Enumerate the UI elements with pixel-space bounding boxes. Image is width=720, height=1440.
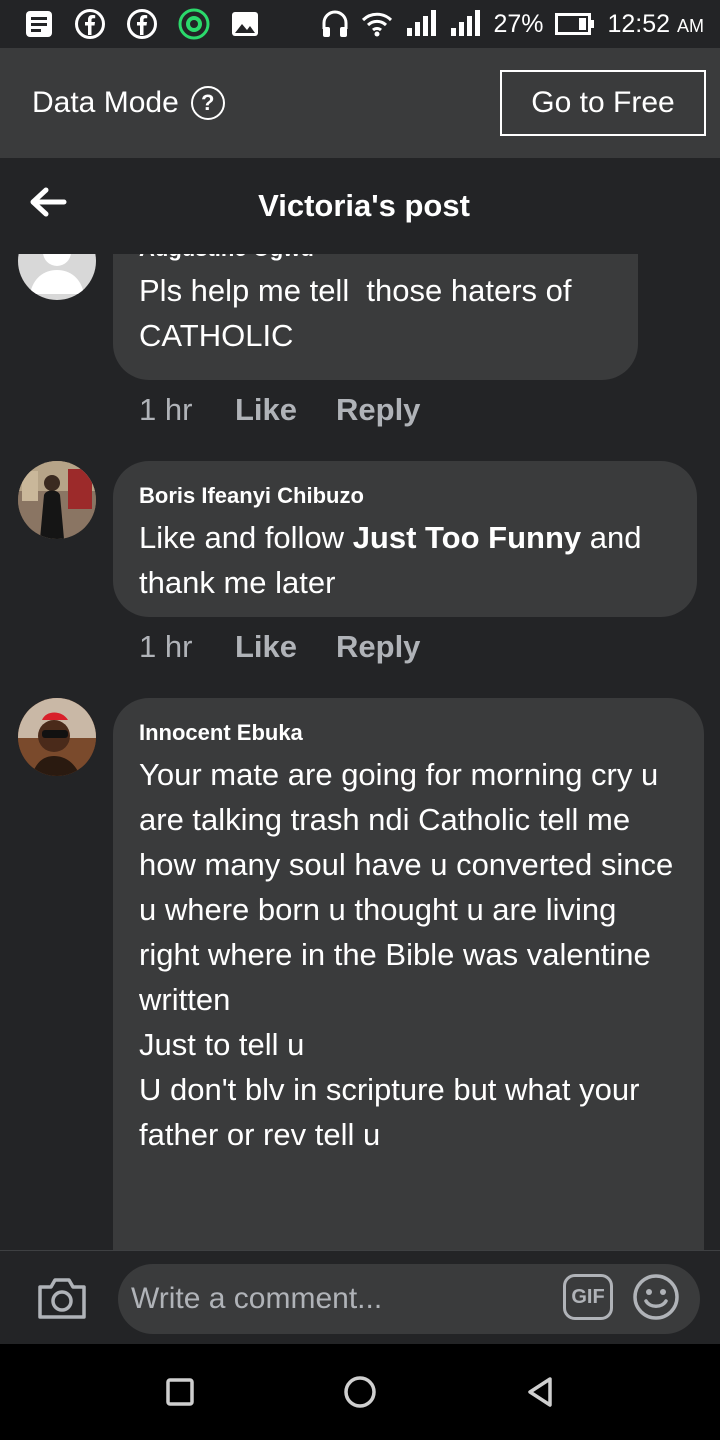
- gif-button[interactable]: GIF: [563, 1274, 613, 1320]
- data-mode-bar: Data Mode ? Go to Free: [0, 48, 720, 158]
- clock: 12:52 AM: [607, 10, 704, 39]
- clock-suffix: AM: [677, 15, 704, 36]
- status-system-info: 27% 12:52 AM: [321, 9, 704, 39]
- avatar[interactable]: [18, 461, 96, 539]
- avatar[interactable]: [18, 254, 96, 300]
- comment-text-part: Like and follow: [139, 520, 353, 555]
- data-mode-label-group: Data Mode ?: [32, 86, 225, 120]
- like-button[interactable]: Like: [235, 392, 336, 428]
- comments-feed[interactable]: Augustine Ogwu Pls help me tell those ha…: [0, 254, 720, 1250]
- system-nav-bar: [0, 1344, 720, 1440]
- signal-icon: [449, 10, 481, 38]
- wifi-icon: [361, 10, 393, 38]
- comment-author[interactable]: Augustine Ogwu: [139, 254, 612, 262]
- comment-text: Pls help me tell those haters of CATHOLI…: [139, 273, 581, 353]
- comment-time: 1 hr: [139, 392, 193, 427]
- like-button[interactable]: Like: [235, 629, 336, 665]
- facebook-icon: [126, 8, 158, 40]
- facebook-icon: [74, 8, 106, 40]
- comment-bubble[interactable]: Innocent Ebuka Your mate are going for m…: [113, 698, 704, 1250]
- status-notification-icons: [24, 8, 260, 40]
- back-arrow-icon[interactable]: [26, 180, 70, 224]
- go-to-free-button[interactable]: Go to Free: [500, 70, 706, 136]
- post-nav-bar: Victoria's post: [0, 158, 720, 254]
- help-icon[interactable]: ?: [190, 86, 225, 120]
- comment-author[interactable]: Boris Ifeanyi Chibuzo: [139, 483, 671, 509]
- comment-bubble[interactable]: Boris Ifeanyi Chibuzo Like and follow Ju…: [113, 461, 697, 617]
- gallery-icon: [230, 9, 260, 39]
- headphones-icon: [321, 9, 349, 39]
- comment-author[interactable]: Innocent Ebuka: [139, 720, 678, 746]
- comment-time: 1 hr: [139, 629, 193, 664]
- avatar[interactable]: [18, 698, 96, 776]
- comment-composer: Write a comment... GIF: [0, 1250, 720, 1344]
- whatsapp-business-icon: [178, 8, 210, 40]
- recent-apps-icon[interactable]: [162, 1374, 198, 1410]
- reply-button[interactable]: Reply: [336, 392, 420, 428]
- back-icon[interactable]: [522, 1374, 558, 1410]
- comment-text: Your mate are going for morning cry u ar…: [139, 757, 674, 1152]
- clock-time: 12:52: [607, 9, 671, 38]
- camera-icon[interactable]: [36, 1273, 88, 1321]
- home-icon[interactable]: [342, 1374, 378, 1410]
- comment-text: Like and follow Just Too Funny and thank…: [139, 515, 671, 605]
- data-mode-label: Data Mode: [32, 86, 179, 119]
- comment-actions: 1 hr Like Reply: [139, 629, 420, 665]
- page-mention-link[interactable]: Just Too Funny: [353, 520, 581, 555]
- reply-button[interactable]: Reply: [336, 629, 420, 665]
- notes-icon: [24, 9, 54, 39]
- emoji-icon[interactable]: [632, 1273, 680, 1321]
- status-bar: 27% 12:52 AM: [0, 0, 720, 48]
- comment-actions: 1 hr Like Reply: [139, 392, 420, 428]
- page-title: Victoria's post: [258, 188, 470, 223]
- comment-bubble[interactable]: Augustine Ogwu Pls help me tell those ha…: [113, 254, 638, 380]
- comment-input-placeholder: Write a comment...: [131, 1282, 383, 1315]
- signal-icon: [405, 10, 437, 38]
- battery-percent: 27%: [493, 9, 544, 38]
- battery-icon: [555, 13, 595, 35]
